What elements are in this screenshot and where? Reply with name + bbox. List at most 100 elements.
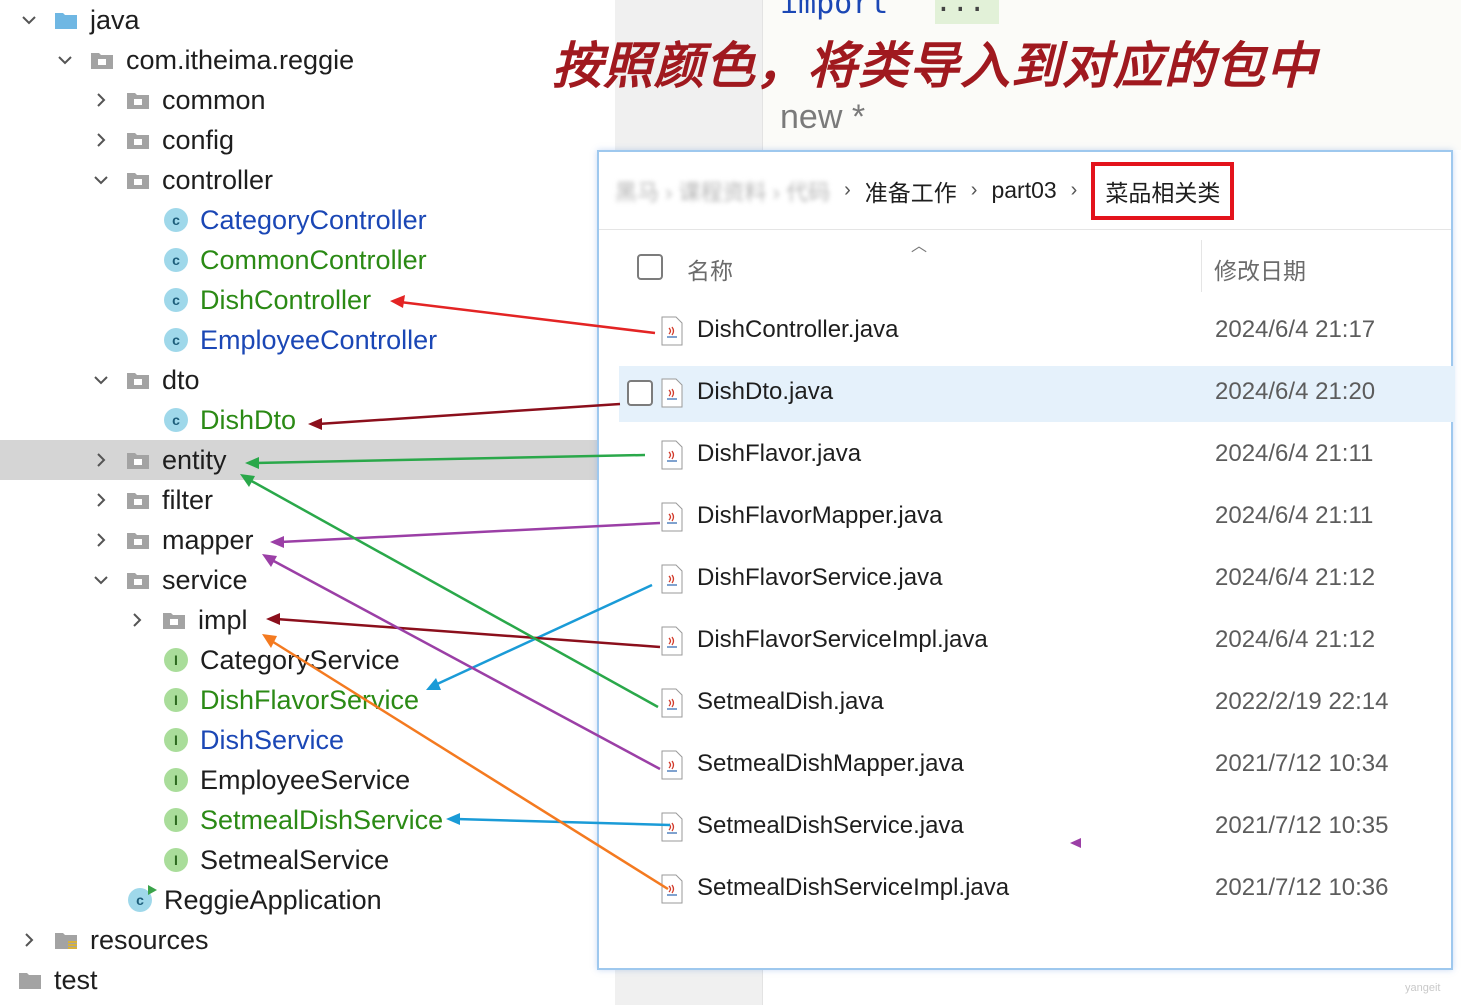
tree-node-label: EmployeeService bbox=[200, 764, 411, 795]
tree-node-employee-service[interactable]: I EmployeeService bbox=[0, 760, 615, 800]
tree-node-dish-service[interactable]: I DishService bbox=[0, 720, 615, 760]
resources-folder-icon bbox=[54, 930, 78, 950]
file-row[interactable]: DishFlavor.java 2024/6/4 21:11 bbox=[619, 428, 1455, 484]
chevron-down-icon[interactable] bbox=[90, 569, 112, 591]
tree-node-label: SetmealService bbox=[200, 844, 390, 875]
package-icon bbox=[126, 370, 150, 390]
chevron-right-icon[interactable] bbox=[90, 89, 112, 111]
file-date: 2024/6/4 21:17 bbox=[1215, 316, 1376, 343]
chevron-right-icon: › bbox=[1070, 179, 1078, 201]
tree-node-setmeal-dish-service[interactable]: I SetmealDishService bbox=[0, 800, 615, 840]
tree-node-mapper[interactable]: mapper bbox=[0, 520, 615, 560]
tree-node-label: resources bbox=[90, 924, 209, 955]
tree-node-dish-dto[interactable]: c DishDto bbox=[0, 400, 615, 440]
file-row[interactable]: DishFlavorService.java 2024/6/4 21:12 bbox=[619, 552, 1455, 608]
chevron-right-icon[interactable] bbox=[90, 449, 112, 471]
tree-node-label: DishController bbox=[200, 284, 372, 315]
breadcrumb-current[interactable]: 菜品相关类 bbox=[1091, 161, 1235, 220]
tree-node-label: dto bbox=[162, 364, 200, 395]
source-folder-icon bbox=[54, 10, 78, 30]
tree-node-setmeal-service[interactable]: I SetmealService bbox=[0, 840, 615, 880]
tree-node-dish-controller[interactable]: c DishController bbox=[0, 280, 615, 320]
breadcrumb-prep[interactable]: 准备工作 bbox=[865, 174, 957, 208]
tree-node-label: EmployeeController bbox=[200, 324, 438, 355]
file-name: DishFlavorMapper.java bbox=[697, 502, 943, 529]
sort-ascending-icon: ︿ bbox=[911, 238, 928, 255]
tree-node-employee-controller[interactable]: c EmployeeController bbox=[0, 320, 615, 360]
tree-node-filter[interactable]: filter bbox=[0, 480, 615, 520]
package-icon bbox=[126, 490, 150, 510]
file-explorer-window: 黑马 › 课程资料 › 代码 › 准备工作 › part03 › 菜品相关类 名… bbox=[597, 150, 1455, 970]
select-all-checkbox[interactable] bbox=[637, 254, 663, 280]
chevron-down-icon[interactable] bbox=[90, 369, 112, 391]
tree-node-config[interactable]: config bbox=[0, 120, 615, 160]
file-row[interactable]: DishFlavorServiceImpl.java 2024/6/4 21:1… bbox=[619, 614, 1455, 670]
editor-new-tab[interactable]: new * bbox=[780, 98, 865, 137]
java-file-icon bbox=[661, 502, 683, 532]
chevron-right-icon[interactable] bbox=[90, 489, 112, 511]
breadcrumb-blurred-path[interactable]: 黑马 › 课程资料 › 代码 bbox=[615, 175, 830, 207]
tree-node-test[interactable]: test bbox=[0, 960, 615, 1000]
chevron-down-icon[interactable] bbox=[18, 9, 40, 31]
package-icon bbox=[126, 450, 150, 470]
interface-icon: I bbox=[164, 768, 188, 792]
tree-node-controller[interactable]: controller bbox=[0, 160, 615, 200]
chevron-down-icon[interactable] bbox=[90, 169, 112, 191]
chevron-right-icon[interactable] bbox=[90, 129, 112, 151]
class-icon: c bbox=[164, 288, 188, 312]
file-date: 2022/2/19 22:14 bbox=[1215, 688, 1389, 715]
file-row[interactable]: SetmealDishServiceImpl.java 2021/7/12 10… bbox=[619, 862, 1455, 918]
breadcrumb: 黑马 › 课程资料 › 代码 › 准备工作 › part03 › 菜品相关类 bbox=[599, 152, 1451, 230]
class-icon: c bbox=[164, 328, 188, 352]
file-row[interactable]: DishFlavorMapper.java 2024/6/4 21:11 bbox=[619, 490, 1455, 546]
tree-node-reggie-application[interactable]: c ReggieApplication bbox=[0, 880, 615, 920]
tree-node-java[interactable]: java bbox=[0, 0, 615, 40]
class-icon: c bbox=[164, 248, 188, 272]
column-divider[interactable] bbox=[1201, 240, 1202, 292]
file-row[interactable]: SetmealDish.java 2022/2/19 22:14 bbox=[619, 676, 1455, 732]
chevron-down-icon[interactable] bbox=[54, 49, 76, 71]
column-name-header[interactable]: 名称 bbox=[687, 252, 733, 286]
file-name: DishController.java bbox=[697, 316, 899, 343]
tree-node-impl[interactable]: impl bbox=[0, 600, 615, 640]
file-date: 2021/7/12 10:35 bbox=[1215, 812, 1389, 839]
chevron-right-icon[interactable] bbox=[126, 609, 148, 631]
tree-node-resources[interactable]: resources bbox=[0, 920, 615, 960]
file-row[interactable]: SetmealDishService.java 2021/7/12 10:35 bbox=[619, 800, 1455, 856]
code-folded-imports[interactable]: ... bbox=[935, 0, 999, 24]
file-row[interactable]: DishDto.java 2024/6/4 21:20 bbox=[619, 366, 1455, 422]
tree-node-service[interactable]: service bbox=[0, 560, 615, 600]
file-name: DishFlavor.java bbox=[697, 440, 862, 467]
tree-node-package[interactable]: com.itheima.reggie bbox=[0, 40, 615, 80]
column-date-header[interactable]: 修改日期 bbox=[1214, 252, 1306, 286]
row-checkbox[interactable] bbox=[627, 380, 653, 406]
chevron-right-icon[interactable] bbox=[18, 929, 40, 951]
tree-node-common[interactable]: common bbox=[0, 80, 615, 120]
class-icon: c bbox=[136, 892, 144, 908]
tree-node-label: DishDto bbox=[200, 404, 297, 435]
column-header: 名称 ︿ 修改日期 bbox=[599, 232, 1451, 302]
tree-node-label: CategoryController bbox=[200, 204, 427, 235]
chevron-right-icon[interactable] bbox=[90, 529, 112, 551]
interface-icon: I bbox=[164, 848, 188, 872]
file-row[interactable]: DishController.java 2024/6/4 21:17 bbox=[619, 304, 1455, 360]
file-date: 2024/6/4 21:20 bbox=[1215, 378, 1376, 405]
tree-node-common-controller[interactable]: c CommonController bbox=[0, 240, 615, 280]
package-icon bbox=[126, 130, 150, 150]
chevron-right-icon: › bbox=[970, 179, 978, 201]
java-file-icon bbox=[661, 688, 683, 718]
interface-icon: I bbox=[164, 688, 188, 712]
tree-node-label: SetmealDishService bbox=[200, 804, 444, 835]
tree-node-entity[interactable]: entity bbox=[0, 440, 615, 480]
file-row[interactable]: SetmealDishMapper.java 2021/7/12 10:34 bbox=[619, 738, 1455, 794]
chevron-right-icon: › bbox=[844, 179, 851, 201]
breadcrumb-part[interactable]: part03 bbox=[991, 177, 1056, 204]
interface-icon: I bbox=[164, 648, 188, 672]
tree-node-category-controller[interactable]: c CategoryController bbox=[0, 200, 615, 240]
tree-node-label: mapper bbox=[162, 524, 254, 555]
tree-node-dish-flavor-service[interactable]: I DishFlavorService bbox=[0, 680, 615, 720]
java-file-icon bbox=[661, 316, 683, 346]
tree-node-dto[interactable]: dto bbox=[0, 360, 615, 400]
tree-node-category-service[interactable]: I CategoryService bbox=[0, 640, 615, 680]
project-tree: java com.itheima.reggie common config co… bbox=[0, 0, 615, 1005]
